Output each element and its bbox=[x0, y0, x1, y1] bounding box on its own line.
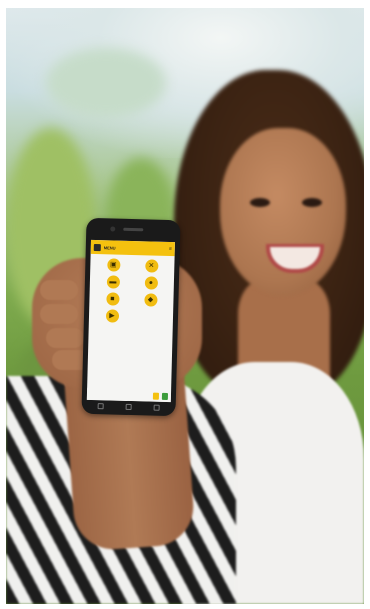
user-icon bbox=[93, 243, 101, 251]
photo: MENU ≡ ▣ ✕ ▬ ● ■ ◆ ▶ bbox=[6, 8, 364, 604]
smartphone: MENU ≡ ▣ ✕ ▬ ● ■ ◆ ▶ bbox=[81, 217, 181, 417]
clipboard-icon: ▬ bbox=[106, 275, 120, 289]
menu-tile[interactable]: ▶ bbox=[95, 309, 129, 324]
primary-button[interactable] bbox=[161, 392, 169, 400]
finger bbox=[40, 304, 78, 324]
menu-icon[interactable]: ≡ bbox=[169, 246, 172, 252]
right-eye bbox=[302, 198, 322, 207]
speaker bbox=[123, 227, 144, 232]
phone-screen: MENU ≡ ▣ ✕ ▬ ● ■ ◆ ▶ bbox=[86, 239, 175, 403]
people-icon: ● bbox=[144, 276, 158, 290]
chat-icon: ◆ bbox=[143, 293, 158, 307]
bag-icon: ■ bbox=[105, 292, 120, 306]
truck-icon: ▶ bbox=[105, 309, 119, 323]
app-footer bbox=[86, 387, 172, 403]
menu-grid: ▣ ✕ ▬ ● ■ ◆ ▶ bbox=[89, 258, 175, 325]
android-nav-bar bbox=[87, 402, 171, 412]
menu-tile[interactable]: ◆ bbox=[133, 293, 167, 308]
menu-tile[interactable]: ✕ bbox=[134, 259, 168, 274]
box-icon: ▣ bbox=[106, 258, 121, 272]
front-camera bbox=[110, 226, 116, 232]
finger bbox=[40, 280, 78, 300]
menu-tile[interactable]: ● bbox=[134, 276, 168, 291]
home-icon[interactable] bbox=[125, 403, 132, 411]
menu-tile[interactable]: ▣ bbox=[96, 258, 130, 273]
left-eye bbox=[250, 198, 270, 207]
back-icon[interactable] bbox=[97, 403, 104, 410]
recent-apps-icon[interactable] bbox=[153, 404, 160, 411]
menu-tile[interactable]: ▬ bbox=[96, 275, 130, 290]
secondary-button[interactable] bbox=[152, 392, 160, 400]
app-header: MENU ≡ bbox=[90, 239, 175, 257]
app-title: MENU bbox=[103, 244, 116, 251]
foliage bbox=[46, 48, 166, 118]
tools-icon: ✕ bbox=[144, 259, 159, 273]
menu-tile[interactable]: ■ bbox=[95, 292, 129, 307]
finger bbox=[46, 328, 84, 348]
